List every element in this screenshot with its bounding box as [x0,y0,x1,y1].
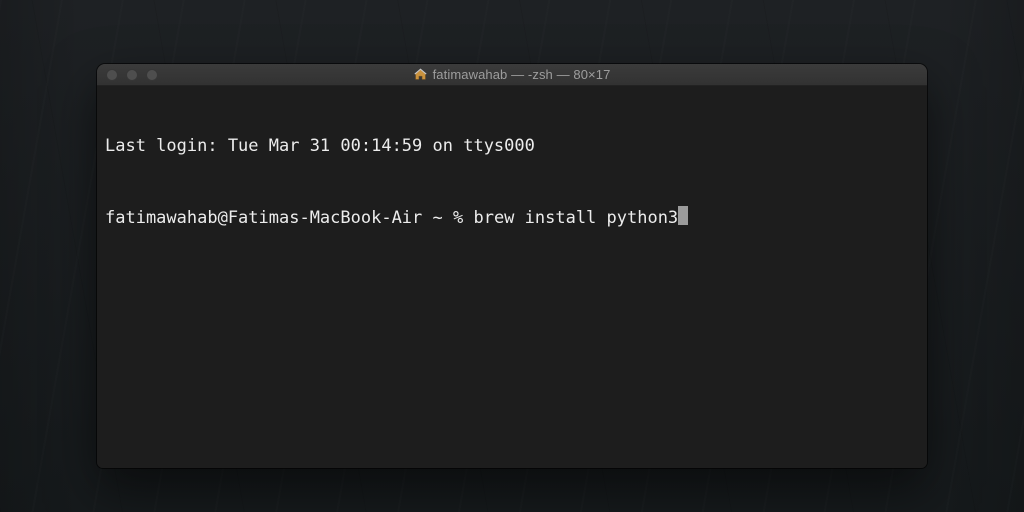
titlebar[interactable]: fatimawahab — -zsh — 80×17 [97,64,927,86]
terminal-window: fatimawahab — -zsh — 80×17 Last login: T… [97,64,927,468]
home-icon [414,68,427,81]
traffic-lights [106,69,158,81]
command-text[interactable]: brew install python3 [473,207,678,230]
prompt-text: fatimawahab@Fatimas-MacBook-Air ~ % [105,207,473,230]
last-login-line: Last login: Tue Mar 31 00:14:59 on ttys0… [105,135,919,158]
title-wrap: fatimawahab — -zsh — 80×17 [97,67,927,82]
cursor [678,206,688,225]
window-title: fatimawahab — -zsh — 80×17 [433,67,611,82]
zoom-button[interactable] [146,69,158,81]
minimize-button[interactable] [126,69,138,81]
terminal-body[interactable]: Last login: Tue Mar 31 00:14:59 on ttys0… [97,86,927,468]
close-button[interactable] [106,69,118,81]
prompt-line: fatimawahab@Fatimas-MacBook-Air ~ % brew… [105,204,919,230]
